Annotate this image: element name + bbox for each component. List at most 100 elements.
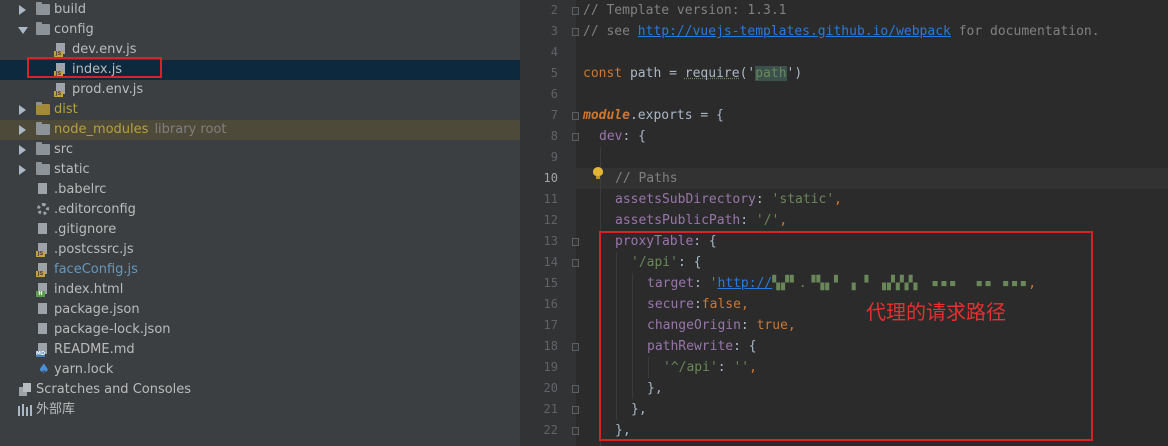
gear-icon (37, 203, 49, 215)
comment: // see (583, 24, 638, 39)
line-number: 8 (550, 129, 558, 143)
punctuation: , (834, 192, 842, 207)
line-number: 2 (550, 3, 558, 17)
code-line-12: assetsPublicPath: '/', (615, 210, 787, 231)
tree-item-node-modules[interactable]: node_modules library root (0, 120, 520, 140)
tree-item-package-json[interactable]: package.json (0, 300, 520, 320)
tree-item-label: .babelrc (54, 182, 107, 197)
keyword: module (583, 108, 630, 123)
fold-marker-icon[interactable] (572, 385, 579, 393)
code-line-5: const path = require('path') (583, 63, 802, 84)
tree-item-readme-md[interactable]: MD README.md (0, 340, 520, 360)
fold-marker-icon[interactable] (572, 406, 579, 414)
folder-icon (36, 162, 50, 175)
code-line-11: assetsSubDirectory: 'static', (615, 189, 842, 210)
fold-marker-icon[interactable] (572, 259, 579, 267)
tree-item-label: .editorconfig (54, 202, 136, 217)
tree-item-label-group: node_modules library root (54, 120, 226, 140)
expand-arrow-icon[interactable] (19, 105, 26, 115)
tree-item-postcssrc-js[interactable]: JS .postcssrc.js (0, 240, 520, 260)
tree-item-babelrc[interactable]: .babelrc (0, 180, 520, 200)
tree-item-src[interactable]: src (0, 140, 520, 160)
expand-arrow-icon[interactable] (19, 125, 26, 135)
lightbulb-icon[interactable] (593, 167, 603, 179)
punctuation: , (779, 213, 788, 228)
annotation-highlight-box (27, 57, 162, 78)
tree-item-config[interactable]: config (0, 20, 520, 40)
tree-item-yarn-lock[interactable]: ♠ yarn.lock (0, 360, 520, 380)
collapse-arrow-icon[interactable] (18, 27, 28, 34)
tree-item-label: static (54, 162, 90, 177)
fold-marker-icon[interactable] (572, 343, 579, 351)
fold-marker-icon[interactable] (572, 7, 579, 15)
tree-item-static[interactable]: static (0, 160, 520, 180)
tree-item-label: README.md (54, 342, 135, 357)
line-number: 5 (550, 66, 558, 80)
code-text: : { (622, 129, 646, 144)
tree-item-dist[interactable]: dist (0, 100, 520, 120)
line-number: 18 (543, 339, 558, 353)
fold-marker-icon[interactable] (572, 238, 579, 246)
tree-item-label: src (54, 142, 73, 157)
tree-item-build[interactable]: build (0, 0, 520, 20)
line-number: 21 (543, 402, 558, 416)
line-number: 14 (543, 255, 558, 269)
documentation-link[interactable]: http://vuejs-templates.github.io/webpack (638, 24, 951, 39)
code-line-3: // see http://vuejs-templates.github.io/… (583, 21, 1100, 42)
line-number: 12 (543, 213, 558, 227)
line-number: 15 (543, 276, 558, 290)
js-file-icon: JS (54, 83, 66, 97)
code-line-10: // Paths (615, 168, 678, 189)
tree-item-gitignore[interactable]: .gitignore (0, 220, 520, 240)
tree-item-faceconfig-js[interactable]: JS faceConfig.js (0, 260, 520, 280)
code-text: ') (786, 66, 803, 81)
tree-item-package-lock-json[interactable]: package-lock.json (0, 320, 520, 340)
string-literal: '/' (755, 213, 780, 228)
tree-item-index-html[interactable]: H index.html (0, 280, 520, 300)
expand-arrow-icon[interactable] (19, 5, 26, 15)
comment: for documentation. (950, 24, 1100, 39)
line-number: 9 (550, 150, 558, 164)
comment: // Paths (615, 171, 678, 186)
tree-item-scratches[interactable]: Scratches and Consoles (0, 380, 520, 400)
tree-item-label: .postcssrc.js (54, 242, 134, 257)
tree-item-label: build (54, 2, 86, 17)
fold-marker-icon[interactable] (572, 427, 579, 435)
folder-icon (36, 102, 50, 115)
js-file-icon: JS (36, 243, 48, 257)
code-line-2: // Template version: 1.3.1 (583, 0, 787, 21)
tree-item-prod-env-js[interactable]: JS prod.env.js (0, 80, 520, 100)
expand-arrow-icon[interactable] (19, 165, 26, 175)
yarn-icon: ♠ (38, 362, 50, 377)
folder-icon (36, 2, 50, 15)
tree-item-label: dist (54, 102, 78, 117)
tree-item-external-libraries[interactable]: 外部库 (0, 400, 520, 420)
tree-item-editorconfig[interactable]: .editorconfig (0, 200, 520, 220)
fold-marker-icon[interactable] (572, 133, 579, 141)
fold-marker-icon[interactable] (572, 112, 579, 120)
code-text: : (740, 213, 756, 228)
line-number: 6 (550, 87, 558, 101)
fold-marker-icon[interactable] (572, 28, 579, 36)
config-file-icon (36, 183, 48, 197)
line-number: 16 (543, 297, 558, 311)
code-text: .exports = { (629, 108, 724, 123)
tree-item-label: config (54, 22, 94, 37)
scratches-icon (19, 383, 31, 396)
json-file-icon (36, 323, 48, 337)
tree-item-label: index.html (54, 282, 124, 297)
tree-item-label: package-lock.json (54, 322, 171, 337)
js-file-icon: JS (54, 43, 66, 57)
expand-arrow-icon[interactable] (19, 145, 26, 155)
library-root-hint: library root (154, 122, 227, 137)
line-number: 13 (543, 234, 558, 248)
line-number: 19 (543, 360, 558, 374)
tree-item-label: prod.env.js (72, 82, 144, 97)
keyword: const (583, 66, 623, 81)
line-number: 20 (543, 381, 558, 395)
function-name: require (684, 66, 740, 81)
code-line-7: module.exports = { (583, 105, 724, 126)
line-number: 4 (550, 45, 558, 59)
folder-icon (36, 22, 50, 35)
string-literal: path (755, 66, 787, 81)
